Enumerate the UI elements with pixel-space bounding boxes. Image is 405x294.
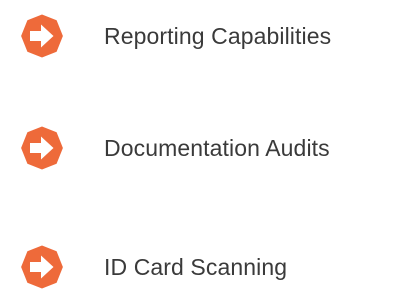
feature-list: Reporting Capabilities Documentation Aud… (0, 0, 405, 289)
right-arrow-circle-icon (19, 125, 65, 171)
feature-label: Documentation Audits (104, 135, 330, 161)
right-arrow-circle-icon (19, 244, 65, 290)
feature-item-reporting-capabilities: Reporting Capabilities (0, 13, 405, 63)
feature-item-id-card-scanning: ID Card Scanning (0, 244, 405, 294)
feature-item-documentation-audits: Documentation Audits (0, 125, 405, 175)
feature-label: ID Card Scanning (104, 254, 288, 280)
right-arrow-circle-icon (19, 13, 65, 59)
feature-label: Reporting Capabilities (104, 23, 332, 49)
